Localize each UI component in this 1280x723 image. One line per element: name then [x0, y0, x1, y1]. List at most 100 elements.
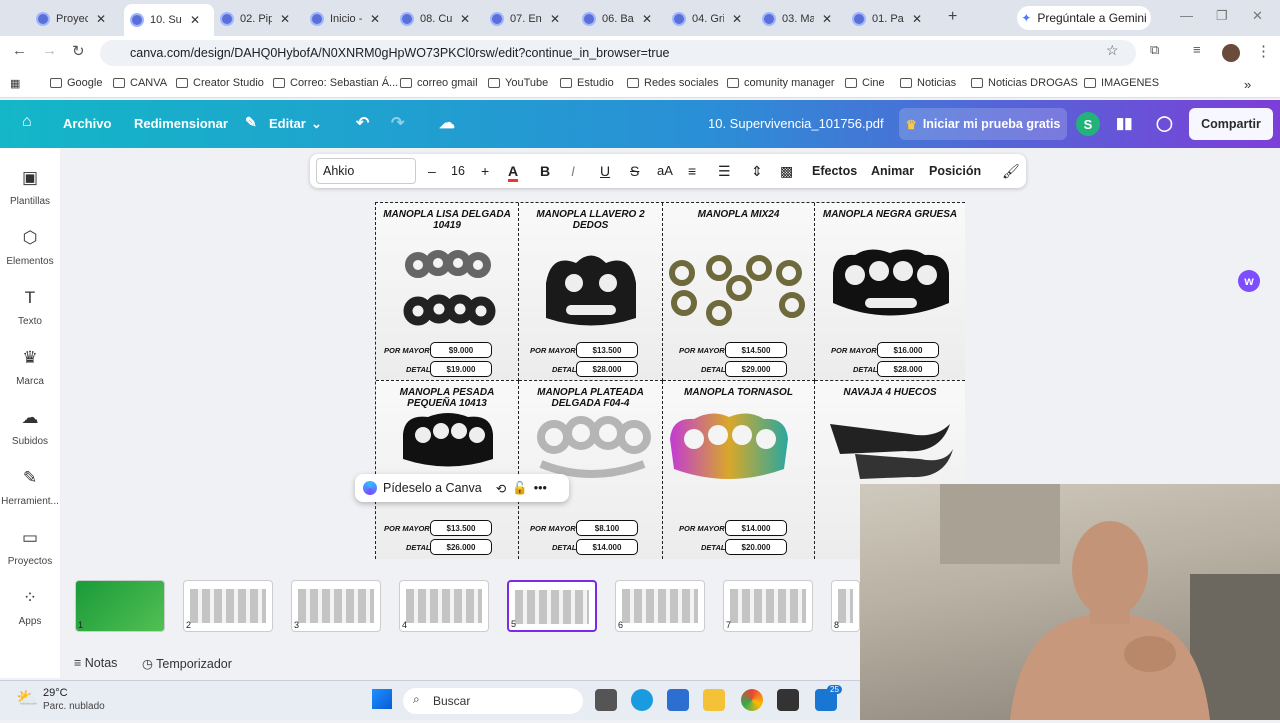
browser-menu-icon[interactable]: ⋮ — [1256, 42, 1271, 60]
chevron-down-icon[interactable]: ⌄ — [311, 116, 322, 132]
font-size-decrease[interactable]: – — [428, 163, 436, 179]
price-detal[interactable]: $20.000 — [725, 539, 787, 555]
sidebar-item-tools[interactable]: ✎ Herramient... — [0, 468, 60, 507]
share-button[interactable]: Compartir — [1189, 108, 1273, 140]
paint-format-icon[interactable]: 🖌 — [1002, 163, 1020, 180]
close-tab-icon[interactable]: ✕ — [460, 12, 470, 26]
edge-icon[interactable] — [631, 689, 653, 711]
profile-avatar[interactable] — [1222, 44, 1240, 62]
price-mayor[interactable]: $8.100 — [576, 520, 638, 536]
more-bookmarks-icon[interactable]: » — [1244, 77, 1251, 92]
bookmark-item[interactable]: IMAGENES — [1084, 77, 1159, 89]
bookmark-item[interactable]: Cine — [845, 77, 885, 89]
redo-icon[interactable]: ↷ — [391, 113, 404, 133]
extensions-icon[interactable]: ⧉ — [1150, 42, 1159, 58]
task-view-icon[interactable] — [595, 689, 617, 711]
page-thumbnail[interactable]: 5 — [507, 580, 597, 632]
comment-add-icon[interactable]: ⟲ — [496, 481, 506, 496]
product-card[interactable]: MANOPLA LLAVERO 2 DEDOS POR MAYOR DETAL $13… — [519, 203, 663, 381]
position-button[interactable]: Posición — [929, 164, 981, 178]
menu-archivo[interactable]: Archivo — [63, 116, 111, 131]
bookmark-item[interactable]: Estudio — [560, 77, 614, 89]
document-title[interactable]: 10. Supervivencia_101756.pdf — [708, 116, 884, 131]
browser-tab[interactable]: 02. Pip ✕ — [214, 6, 304, 32]
align-icon[interactable]: ≡ — [688, 163, 696, 179]
price-detal[interactable]: $14.000 — [576, 539, 638, 555]
weather-temp[interactable]: 29°C — [43, 687, 68, 699]
page-thumbnail[interactable]: 7 — [723, 580, 813, 632]
sidebar-item-elements[interactable]: ⬡ Elementos — [0, 228, 60, 267]
analytics-icon[interactable]: ▮▮ — [1116, 114, 1133, 132]
bookmark-star-icon[interactable]: ☆ — [1106, 42, 1119, 59]
menu-editar[interactable]: Editar — [269, 116, 306, 131]
bookmark-item[interactable]: Correo: Sebastian Á... — [273, 77, 398, 89]
letter-case-icon[interactable]: aA — [657, 163, 673, 178]
price-detal[interactable]: $19.000 — [430, 361, 492, 377]
bookmark-item[interactable]: Noticias — [900, 77, 956, 89]
ask-canva-popup[interactable]: Pídeselo a Canva ⟲ 🔓 ••• — [355, 474, 569, 502]
comment-icon[interactable]: ◯ — [1156, 114, 1173, 132]
bookmark-item[interactable]: Google — [50, 77, 102, 89]
sidebar-item-uploads[interactable]: ☁ Subidos — [0, 408, 60, 447]
forward-icon[interactable]: → — [42, 42, 57, 59]
browser-tab[interactable]: 08. Cu ✕ — [394, 6, 484, 32]
close-tab-icon[interactable]: ✕ — [96, 12, 106, 26]
browser-tab[interactable]: 07. Enc✕ — [484, 6, 574, 32]
back-icon[interactable]: ← — [12, 42, 27, 59]
spacing-icon[interactable]: ⇕ — [751, 163, 763, 180]
product-card[interactable]: MANOPLA MIX24 POR MAYOR DETAL $14.500 $29.00… — [663, 203, 815, 381]
notes-button[interactable]: ≡ Notas — [74, 656, 117, 670]
close-tab-icon[interactable]: ✕ — [190, 13, 200, 27]
page-thumbnail[interactable]: 6 — [615, 580, 705, 632]
bookmark-item[interactable]: YouTube — [488, 77, 548, 89]
price-detal[interactable]: $29.000 — [725, 361, 787, 377]
taskbar-search[interactable]: ⌕ Buscar — [403, 688, 583, 714]
cloud-saved-icon[interactable]: ☁ — [439, 113, 455, 133]
price-mayor[interactable]: $14.000 — [725, 520, 787, 536]
product-card[interactable]: MANOPLA PESADA PEQUEÑA 10413 POR MAYOR DET… — [376, 381, 519, 559]
font-family-select[interactable]: Ahkio — [316, 158, 416, 184]
page-thumbnail[interactable]: 2 — [183, 580, 273, 632]
close-tab-icon[interactable]: ✕ — [732, 12, 742, 26]
strikethrough-icon[interactable]: S — [630, 163, 639, 179]
price-mayor[interactable]: $13.500 — [576, 342, 638, 358]
browser-tab[interactable]: 01. Pap✕ — [846, 6, 936, 32]
font-size-input[interactable]: 16 — [451, 164, 465, 178]
bookmark-item[interactable]: correo gmail — [400, 77, 478, 89]
browser-tab[interactable]: 03. Ma ✕ — [756, 6, 846, 32]
sidebar-item-brand[interactable]: ♛ Marca — [0, 348, 60, 387]
browser-tab[interactable]: Inicio - ✕ — [304, 6, 394, 32]
media-icon[interactable]: ≡ — [1193, 42, 1201, 57]
price-mayor[interactable]: $16.000 — [877, 342, 939, 358]
sidebar-item-text[interactable]: T Texto — [0, 288, 60, 327]
windows-start-icon[interactable] — [372, 689, 392, 709]
list-icon[interactable]: ☰ — [718, 163, 731, 180]
restore-icon[interactable]: ❐ — [1216, 8, 1228, 24]
animate-button[interactable]: Animar — [871, 164, 914, 178]
timer-button[interactable]: ◷ Temporizador — [142, 656, 232, 671]
close-tab-icon[interactable]: ✕ — [642, 12, 652, 26]
sidebar-item-templates[interactable]: ▣ Plantillas — [0, 168, 60, 207]
page-thumbnail[interactable]: 4 — [399, 580, 489, 632]
store-icon[interactable] — [667, 689, 689, 711]
font-size-increase[interactable]: + — [481, 163, 489, 179]
start-trial-button[interactable]: ♛ Iniciar mi prueba gratis — [899, 108, 1067, 140]
sidebar-item-projects[interactable]: ▭ Proyectos — [0, 528, 60, 567]
file-explorer-icon[interactable] — [703, 689, 725, 711]
product-card[interactable]: MANOPLA NEGRA GRUESA POR MAYOR DETAL $16.00… — [815, 203, 965, 381]
assistant-bubble-icon[interactable]: w — [1238, 270, 1260, 292]
close-tab-icon[interactable]: ✕ — [550, 12, 560, 26]
reload-icon[interactable]: ↻ — [72, 42, 85, 60]
product-card[interactable]: MANOPLA LISA DELGADA 10419 POR MAYOR DETAL… — [376, 203, 519, 381]
bookmark-item[interactable]: Noticias DROGAS — [971, 77, 1078, 89]
browser-tab[interactable]: 10. Sup✕ — [124, 4, 214, 36]
price-detal[interactable]: $28.000 — [576, 361, 638, 377]
menu-redimensionar[interactable]: Redimensionar — [134, 116, 228, 131]
gemini-button[interactable]: ✦ Pregúntale a Gemini — [1017, 6, 1151, 30]
app-icon[interactable] — [777, 689, 799, 711]
close-tab-icon[interactable]: ✕ — [912, 12, 922, 26]
minimize-icon[interactable]: — — [1180, 8, 1193, 23]
bookmark-item[interactable]: CANVA — [113, 77, 167, 89]
more-options-icon[interactable]: ••• — [534, 481, 547, 495]
sidebar-item-apps[interactable]: ⁘ Apps — [0, 588, 60, 627]
